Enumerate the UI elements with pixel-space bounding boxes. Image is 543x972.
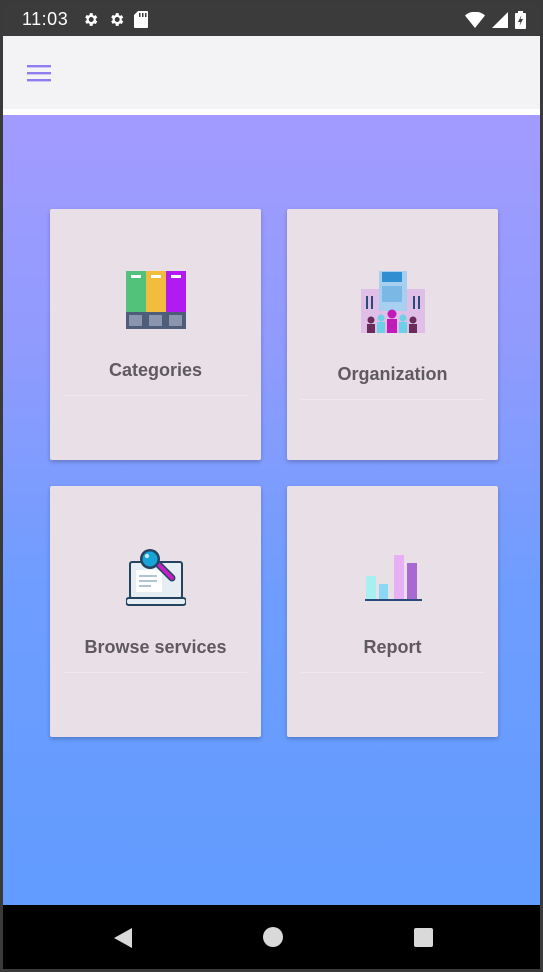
app-bar bbox=[3, 36, 540, 109]
settings-icon bbox=[111, 13, 124, 26]
home-icon[interactable] bbox=[263, 927, 283, 947]
folders-icon bbox=[125, 271, 186, 329]
card-label: Report bbox=[363, 637, 422, 657]
card-browse-services[interactable]: Browse services bbox=[50, 486, 261, 737]
settings-icon bbox=[85, 13, 98, 26]
bar-chart-icon bbox=[364, 555, 422, 601]
status-bar: 11:03 bbox=[3, 3, 540, 36]
status-time: 11:03 bbox=[22, 9, 69, 29]
organization-building-icon bbox=[360, 271, 425, 333]
signal-icon bbox=[492, 11, 508, 28]
browse-laptop-search-icon bbox=[125, 549, 186, 606]
recent-apps-icon[interactable] bbox=[414, 928, 433, 947]
back-icon[interactable] bbox=[113, 927, 133, 949]
status-left-icons bbox=[82, 11, 149, 28]
card-divider bbox=[301, 399, 484, 400]
status-right-icons bbox=[465, 3, 526, 36]
card-report[interactable]: Report bbox=[287, 486, 498, 737]
card-label: Browse services bbox=[84, 637, 227, 657]
card-divider bbox=[64, 395, 247, 396]
card-categories[interactable]: Categories bbox=[50, 209, 261, 460]
battery-icon bbox=[515, 10, 526, 29]
dashboard-content: Categories Organization Browse services … bbox=[3, 115, 540, 905]
card-divider bbox=[301, 672, 484, 673]
card-label: Organization bbox=[337, 364, 448, 384]
card-organization[interactable]: Organization bbox=[287, 209, 498, 460]
card-label: Categories bbox=[108, 360, 203, 380]
hamburger-menu-icon[interactable] bbox=[25, 62, 53, 84]
device-screen: 11:03 Categories Organization Browse ser… bbox=[3, 3, 540, 969]
navigation-bar bbox=[3, 905, 540, 969]
card-divider bbox=[64, 672, 247, 673]
sd-card-icon bbox=[134, 11, 149, 28]
wifi-icon bbox=[465, 11, 485, 28]
